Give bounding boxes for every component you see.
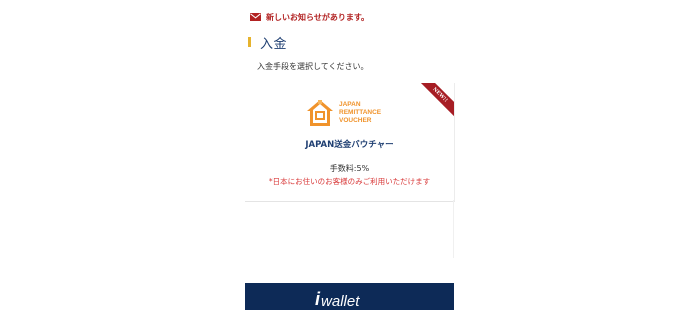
iwallet-option[interactable]: i wallet xyxy=(245,283,454,310)
remittance-voucher-logo: JAPAN REMITTANCE VOUCHER xyxy=(305,97,395,129)
page-title: 入金 xyxy=(260,36,288,52)
payment-method-card[interactable]: NEW!! JAPAN REMITTANCE VOUCHER JAPAN送金バウ… xyxy=(245,83,455,202)
iwallet-logo: i wallet xyxy=(315,289,359,310)
fee-text: 手数料:5% xyxy=(329,164,370,173)
notice-text: 新しいお知らせがあります。 xyxy=(266,12,370,22)
notice-link[interactable]: 新しいお知らせがあります。 xyxy=(250,10,369,24)
logo-line: REMITTANCE xyxy=(339,109,382,116)
logo-line: JAPAN xyxy=(339,101,361,108)
logo-line: VOUCHER xyxy=(339,117,372,124)
content-column: 新しいお知らせがあります。 入金 入金手段を選択してください。 NEW!! JA… xyxy=(245,0,455,310)
section-header: 入金 xyxy=(248,33,288,52)
logo-wordmark: wallet xyxy=(321,293,360,310)
mail-icon xyxy=(250,13,261,21)
house-logo-icon xyxy=(307,100,333,126)
logo-text: JAPAN REMITTANCE VOUCHER xyxy=(339,101,381,125)
new-ribbon: NEW!! xyxy=(416,83,454,119)
section-marker xyxy=(248,37,251,47)
instruction-text: 入金手段を選択してください。 xyxy=(257,62,369,71)
card-title: JAPAN送金バウチャー xyxy=(305,140,394,150)
logo-mark: i xyxy=(315,289,321,309)
restriction-note: *日本にお住いのお客様のみご利用いただけます xyxy=(268,177,431,186)
card-edge xyxy=(453,200,454,258)
